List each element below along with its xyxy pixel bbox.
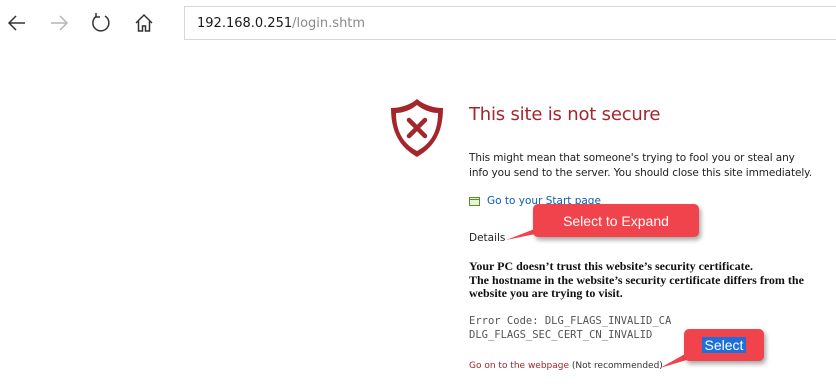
url-text: 192.168.0.251/login.shtm <box>197 16 365 31</box>
details-line: Your PC doesn’t trust this website’s sec… <box>469 259 753 273</box>
details-line: website you are trying to visit. <box>469 286 623 300</box>
url-path: /login.shtm <box>292 16 366 31</box>
forward-button[interactable] <box>44 8 74 38</box>
select-callout: Select <box>684 329 764 361</box>
select-to-expand-callout: Select to Expand <box>533 204 699 237</box>
warning-description: This might mean that someone's trying to… <box>469 152 812 179</box>
error-code-line: Error Code: DLG_FLAGS_INVALID_CA <box>469 315 672 327</box>
go-on-row: Go on to the webpage (Not recommended) <box>469 361 663 371</box>
shield-error-icon <box>391 99 443 157</box>
not-recommended-note: (Not recommended) <box>571 361 663 371</box>
error-code-line: DLG_FLAGS_SEC_CERT_CN_INVALID <box>469 329 653 341</box>
expand-callout-label: Select to Expand <box>563 212 669 229</box>
back-icon <box>7 15 25 31</box>
browser-toolbar: 192.168.0.251/login.shtm <box>0 0 836 46</box>
forward-icon <box>51 15 69 31</box>
error-code-block: Error Code: DLG_FLAGS_INVALID_CA DLG_FLA… <box>469 314 671 342</box>
start-page-icon <box>469 196 480 206</box>
home-button[interactable] <box>129 8 159 38</box>
details-line: The hostname in the website’s security c… <box>469 272 804 287</box>
refresh-icon <box>92 13 110 32</box>
go-on-link[interactable]: Go on to the webpage <box>469 361 569 371</box>
home-icon <box>135 13 153 32</box>
back-button[interactable] <box>2 8 32 38</box>
url-host: 192.168.0.251 <box>197 16 293 31</box>
details-text: Your PC doesn’t trust this website’s sec… <box>469 259 814 301</box>
details-toggle[interactable]: Details <box>469 232 505 244</box>
select-callout-label: Select <box>701 337 747 353</box>
refresh-button[interactable] <box>86 8 116 38</box>
page-title: This site is not secure <box>469 104 661 125</box>
address-bar[interactable]: 192.168.0.251/login.shtm <box>184 6 836 40</box>
